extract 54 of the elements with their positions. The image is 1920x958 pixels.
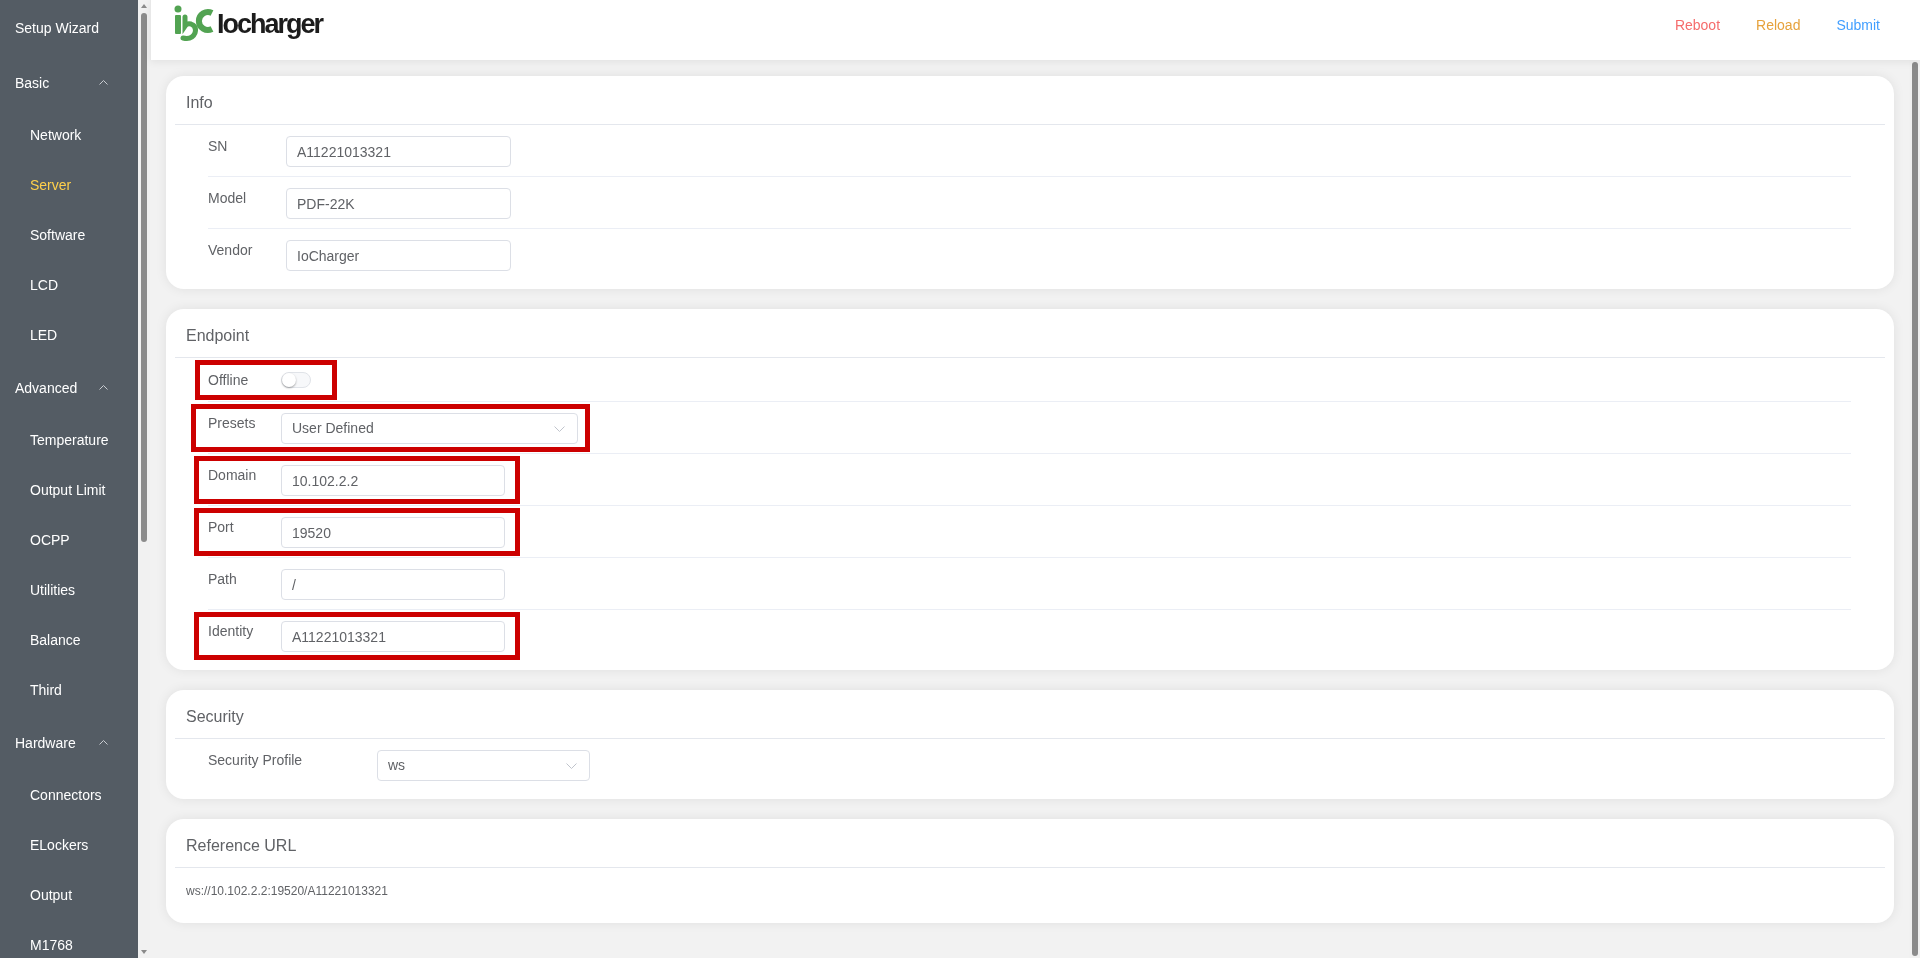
chevron-up-icon bbox=[99, 80, 108, 85]
triangle-up-icon[interactable] bbox=[141, 4, 147, 8]
nav-item[interactable]: Utilities bbox=[30, 582, 76, 598]
nav-item[interactable]: Balance bbox=[30, 632, 81, 648]
card-title: Security bbox=[186, 707, 244, 727]
text-input[interactable]: PDF-22K bbox=[286, 188, 511, 219]
field-label: Port bbox=[208, 518, 235, 537]
nav-item[interactable]: OCPP bbox=[30, 532, 70, 548]
nav-group[interactable]: Hardware bbox=[15, 734, 108, 751]
nav-item[interactable]: Server bbox=[30, 177, 72, 193]
nav-item[interactable]: Network bbox=[30, 127, 82, 143]
card-title: Info bbox=[186, 93, 213, 113]
logo-text: Iocharger bbox=[217, 8, 323, 39]
field-label: Identity bbox=[208, 622, 255, 641]
chevron-up-icon bbox=[99, 385, 108, 390]
text-input[interactable]: 10.102.2.2 bbox=[281, 465, 505, 496]
field-label: SN bbox=[208, 137, 229, 156]
card-title: Reference URL bbox=[186, 836, 297, 856]
text-input[interactable]: IoCharger bbox=[286, 240, 511, 271]
nav-item[interactable]: Software bbox=[30, 227, 86, 243]
field-label: Offline bbox=[208, 371, 250, 390]
triangle-down-icon[interactable] bbox=[141, 950, 147, 954]
nav-item[interactable]: LCD bbox=[30, 277, 58, 293]
nav-item[interactable]: M1768 bbox=[30, 937, 73, 953]
nav-item[interactable]: LED bbox=[30, 327, 58, 343]
select-field[interactable]: ws bbox=[377, 750, 590, 781]
field-label: Presets bbox=[208, 414, 257, 433]
field-label: Security Profile bbox=[208, 751, 304, 770]
nav-item[interactable]: Third bbox=[30, 682, 62, 698]
reference-url-text: ws://10.102.2.2:19520/A11221013321 bbox=[186, 884, 388, 898]
text-input[interactable]: 19520 bbox=[281, 517, 505, 548]
nav-item[interactable]: Connectors bbox=[30, 787, 102, 803]
card-title: Endpoint bbox=[186, 326, 250, 346]
nav-item[interactable]: Setup Wizard bbox=[15, 19, 100, 36]
chevron-up-icon bbox=[99, 740, 108, 745]
nav-item[interactable]: Temperature bbox=[30, 432, 109, 448]
nav-group[interactable]: Advanced bbox=[15, 379, 108, 396]
text-input[interactable]: A11221013321 bbox=[286, 136, 511, 167]
field-label: Path bbox=[208, 570, 238, 589]
nav-item[interactable]: Output bbox=[30, 887, 73, 903]
logo-icon bbox=[174, 5, 214, 42]
nav-group[interactable]: Basic bbox=[15, 74, 108, 91]
chevron-down-icon bbox=[554, 425, 565, 432]
chevron-down-icon bbox=[566, 762, 577, 769]
scrollbar-thumb[interactable] bbox=[141, 13, 147, 542]
toggle-switch[interactable] bbox=[281, 372, 311, 388]
field-label: Vendor bbox=[208, 241, 254, 260]
field-label: Domain bbox=[208, 466, 258, 485]
nav-item[interactable]: Output Limit bbox=[30, 482, 106, 498]
text-input[interactable]: A11221013321 bbox=[281, 621, 505, 652]
text-input[interactable]: / bbox=[281, 569, 505, 600]
nav-item[interactable]: ELockers bbox=[30, 837, 89, 853]
select-field[interactable]: User Defined bbox=[281, 413, 578, 444]
field-label: Model bbox=[208, 189, 248, 208]
